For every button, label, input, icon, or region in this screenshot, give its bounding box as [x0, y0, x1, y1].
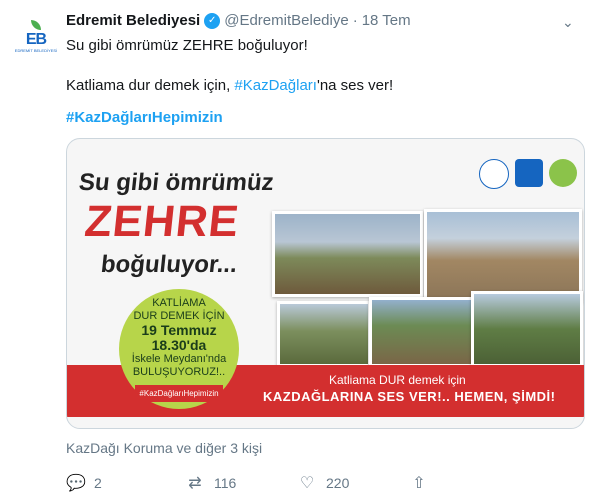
hashtag-link-kazdaglari[interactable]: #KazDağları	[234, 77, 317, 94]
separator: ·	[352, 12, 358, 29]
circle-hashtag: #KazDağlarıHepimizin	[135, 384, 223, 402]
forest-photo-1	[272, 211, 423, 297]
retweet-icon: ⇄	[188, 475, 202, 492]
avatar[interactable]: EB EDREMİT BELEDİYESİ	[12, 12, 60, 60]
avatar-subtitle: EDREMİT BELEDİYESİ	[14, 47, 58, 53]
retweet-count: 116	[214, 475, 237, 491]
tweet-text-line1: Su gibi ömrümüz ZEHRE boğuluyor!	[66, 37, 308, 54]
circle-line3: 19 Temmuz	[141, 321, 217, 338]
canakkale-logo-icon	[515, 159, 543, 187]
tweet-actions: 💬 2 ⇄ 116 ♡ 220 ⇧	[66, 473, 428, 493]
share-button[interactable]: ⇧	[410, 473, 428, 493]
logo-group	[479, 159, 577, 189]
circle-line5: İskele Meydanı'nda	[131, 352, 227, 365]
chevron-down-icon[interactable]: ⌄	[562, 14, 574, 31]
reply-icon: 💬	[66, 475, 86, 492]
text-post: 'na ses ver!	[316, 77, 394, 94]
leaf-icon	[31, 19, 41, 30]
like-count: 220	[326, 475, 350, 491]
tweet-text-line2: Katliama dur demek için, #KazDağları'na …	[66, 76, 393, 96]
edremit-logo-icon	[479, 159, 509, 189]
like-button[interactable]: ♡ 220	[298, 473, 410, 493]
text-pre: Katliama dur demek için,	[66, 77, 235, 94]
heart-icon: ♡	[299, 475, 315, 492]
forest-photo-4	[369, 297, 475, 367]
card-headline2: ZEHRE	[82, 197, 242, 246]
circle-line4: 18.30'da	[151, 336, 207, 353]
forest-photo-3	[277, 301, 371, 367]
hashtag-link-hepimizin[interactable]: #KazDağlarıHepimizin	[66, 108, 223, 128]
forest-photo-5	[471, 291, 583, 367]
banner-line2: KAZDAĞLARINA SES VER!.. HEMEN, ŞİMDİ!	[263, 389, 556, 404]
card-headline1: Su gibi ömrümüz	[77, 169, 276, 196]
share-icon: ⇧	[412, 475, 426, 492]
circle-line2: DUR DEMEK İÇİN	[133, 309, 225, 322]
display-name[interactable]: Edremit Belediyesi	[66, 12, 200, 29]
forest-photo-2	[424, 209, 582, 303]
timestamp[interactable]: 18 Tem	[362, 12, 411, 29]
banner-line1: Katliama DUR demek için	[329, 373, 466, 387]
avatar-letters: EB	[25, 30, 47, 48]
kazdagi-logo-icon	[549, 159, 577, 187]
event-circle: KATLİAMA DUR DEMEK İÇİN 19 Temmuz 18.30'…	[119, 289, 239, 409]
liked-by-text[interactable]: KazDağı Koruma ve diğer 3 kişi	[66, 440, 262, 456]
verified-icon: ✓	[204, 12, 221, 29]
handle[interactable]: @EdremitBelediye	[224, 12, 348, 29]
reply-count: 2	[94, 475, 102, 491]
tweet-image-card[interactable]: Su gibi ömrümüz ZEHRE boğuluyor... Katli…	[66, 138, 585, 429]
retweet-button[interactable]: ⇄ 116	[186, 473, 298, 493]
tweet-header: Edremit Belediyesi ✓ @EdremitBelediye · …	[66, 12, 411, 29]
circle-line1: KATLİAMA	[152, 296, 206, 309]
card-headline3: boğuluyor...	[99, 251, 239, 278]
reply-button[interactable]: 💬 2	[66, 473, 186, 493]
circle-line6: BULUŞUYORUZ!..	[132, 365, 226, 378]
